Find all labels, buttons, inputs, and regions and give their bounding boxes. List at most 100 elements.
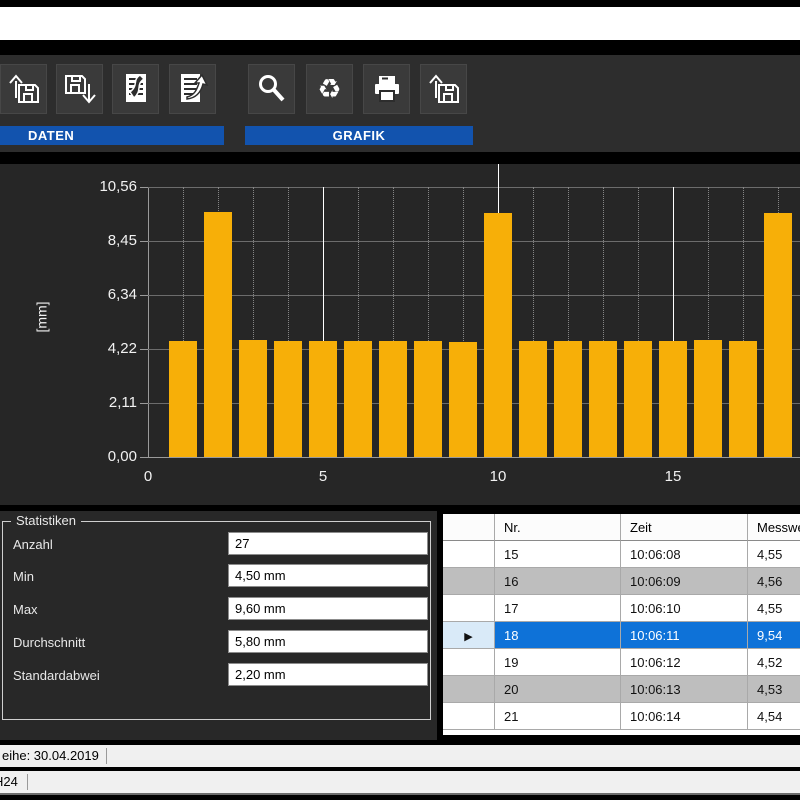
measurement-bar [589,341,617,457]
magnifier-icon [255,72,289,106]
print-button[interactable] [363,64,410,114]
row-selector[interactable] [443,541,495,568]
cell-messwert[interactable]: 4,55 [748,541,800,568]
cell-zeit[interactable]: 10:06:14 [621,703,748,730]
cell-nr[interactable]: 17 [495,595,621,622]
measurement-bar [554,341,582,457]
cell-messwert[interactable]: 4,54 [748,703,800,730]
measurement-table[interactable]: Nr.ZeitMesswert1510:06:084,551610:06:094… [443,514,800,735]
column-header-messwert[interactable]: Messwert [748,514,800,541]
measurement-bar [204,212,232,457]
stat-value-max[interactable]: 9,60 mm [228,597,428,620]
stat-label-durchschnitt: Durchschnitt [13,635,85,650]
stat-value-anzahl[interactable]: 27 [228,532,428,555]
bottom-edge-line [0,793,800,795]
measurement-bar [519,341,547,457]
measurement-bar [624,341,652,457]
cell-zeit[interactable]: 10:06:08 [621,541,748,568]
table-row[interactable]: 2010:06:134,53 [443,676,800,703]
status-series-text: eihe: 30.04.2019 [2,745,99,767]
gridline-extension [498,164,499,187]
cell-messwert[interactable]: 4,53 [748,676,800,703]
table-row[interactable]: 1510:06:084,55 [443,541,800,568]
plot-area: 0,002,114,226,348,4510,56051015 [148,187,800,457]
horizontal-gridline [148,241,800,242]
row-selector[interactable] [443,568,495,595]
statistics-panel: Statistiken Anzahl27Min4,50 mmMax9,60 mm… [0,511,437,740]
report-document-button[interactable] [112,64,159,114]
cell-nr[interactable]: 15 [495,541,621,568]
row-selector[interactable] [443,649,495,676]
x-tick-label: 10 [490,468,507,485]
y-tick-label: 2,11 [73,394,137,412]
status-bar-device: H24 [0,771,800,793]
statistics-groupbox: Statistiken Anzahl27Min4,50 mmMax9,60 mm… [2,521,431,720]
floppy-up-icon [426,72,462,106]
y-tick-mark [140,295,148,296]
stat-label-standardabwei: Standardabwei [13,668,100,683]
stat-value-standardabwei[interactable]: 2,20 mm [228,663,428,686]
cell-messwert[interactable]: 4,52 [748,649,800,676]
toolbar-group-label-grafik: GRAFIK [245,126,473,145]
stat-value-min[interactable]: 4,50 mm [228,564,428,587]
table-row[interactable]: 1610:06:094,56 [443,568,800,595]
save-graphic-button[interactable] [420,64,467,114]
table-row[interactable]: ▶ 1810:06:119,54 [443,622,800,649]
current-row-arrow-icon: ▶ [464,631,472,643]
cell-nr[interactable]: 19 [495,649,621,676]
export-document-button[interactable] [169,64,216,114]
row-selector[interactable] [443,703,495,730]
x-tick-label: 0 [144,468,152,485]
cell-messwert[interactable]: 9,54 [748,622,800,649]
measurement-bar [274,341,302,457]
measurement-bar [729,341,757,457]
y-tick-label: 8,45 [73,232,137,250]
y-tick-label: 10,56 [73,178,137,196]
y-tick-mark [140,349,148,350]
x-tick-label: 5 [319,468,327,485]
cell-messwert[interactable]: 4,56 [748,568,800,595]
cell-nr[interactable]: 20 [495,676,621,703]
recycle-icon: ♻ [317,76,341,103]
column-header-zeit[interactable]: Zeit [621,514,748,541]
y-tick-mark [140,241,148,242]
table-row[interactable]: 1710:06:104,55 [443,595,800,622]
toolbar: ♻ DATEN GRAFIK [0,55,800,152]
row-selector-header[interactable] [443,514,495,541]
cell-zeit[interactable]: 10:06:12 [621,649,748,676]
cell-zeit[interactable]: 10:06:10 [621,595,748,622]
row-selector[interactable]: ▶ [443,622,495,649]
save-data-button[interactable] [56,64,103,114]
column-header-nr[interactable]: Nr. [495,514,621,541]
table-row[interactable]: 2110:06:144,54 [443,703,800,730]
cell-messwert[interactable]: 4,55 [748,595,800,622]
cell-zeit[interactable]: 10:06:11 [621,622,748,649]
measurement-bar [239,340,267,457]
toolbar-group-label-daten: DATEN [0,126,224,145]
cell-nr[interactable]: 21 [495,703,621,730]
cell-zeit[interactable]: 10:06:13 [621,676,748,703]
document-stats-icon [119,71,153,107]
row-selector[interactable] [443,676,495,703]
floppy-down-icon [62,72,98,106]
load-data-button[interactable] [0,64,47,114]
y-tick-mark [140,457,148,458]
y-tick-label: 6,34 [73,286,137,304]
floppy-up-icon [6,72,42,106]
cell-nr[interactable]: 16 [495,568,621,595]
y-axis-line [148,187,149,457]
table-row[interactable]: 1910:06:124,52 [443,649,800,676]
measurement-bar [344,341,372,457]
refresh-button[interactable]: ♻ [306,64,353,114]
chart-panel: [mm] 0,002,114,226,348,4510,56051015 [0,164,800,505]
y-tick-mark [140,403,148,404]
stat-value-durchschnitt[interactable]: 5,80 mm [228,630,428,653]
zoom-button[interactable] [248,64,295,114]
cell-zeit[interactable]: 10:06:09 [621,568,748,595]
status-device-text: H24 [0,771,18,793]
measurement-bar [309,341,337,457]
stat-label-anzahl: Anzahl [13,537,53,552]
row-selector[interactable] [443,595,495,622]
cell-nr[interactable]: 18 [495,622,621,649]
y-tick-mark [140,187,148,188]
